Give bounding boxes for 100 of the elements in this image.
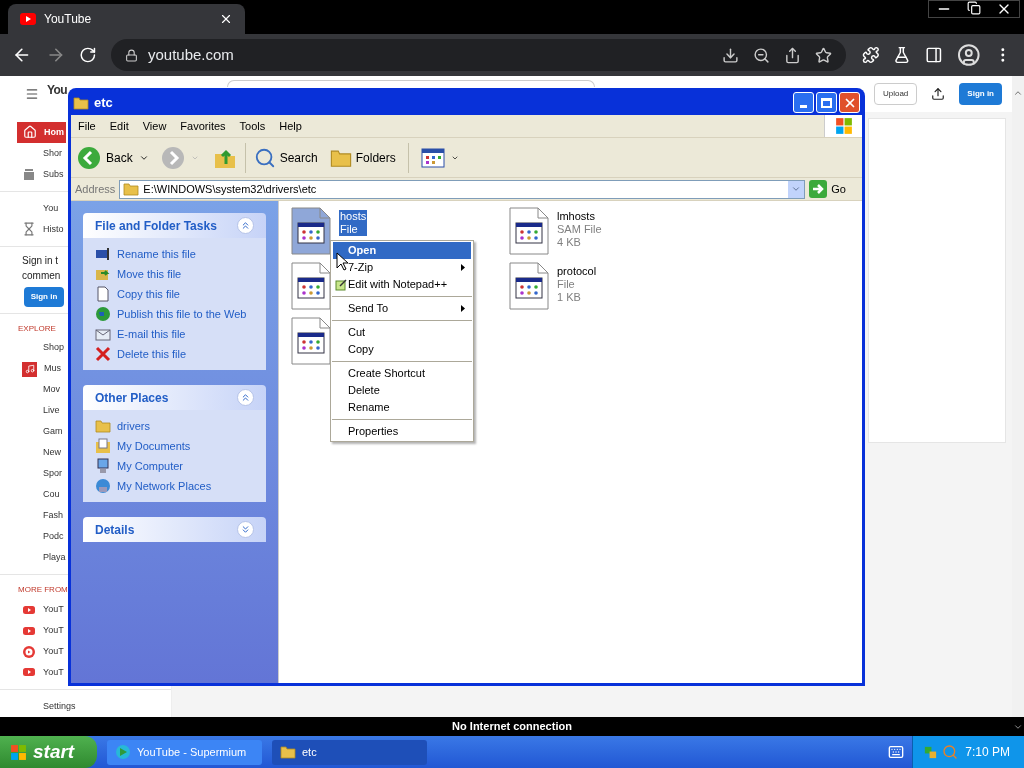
scroll-up-icon[interactable]: [1013, 88, 1023, 98]
menu-item[interactable]: Open: [333, 242, 471, 259]
taskbar-button[interactable]: YouTube - Supermium: [107, 739, 262, 765]
sidebar-item[interactable]: Playa: [22, 547, 66, 569]
file-name[interactable]: hosts: [339, 210, 368, 223]
sidebar-item[interactable]: New: [22, 442, 61, 464]
sidebar-item[interactable]: Podc: [22, 526, 64, 548]
notepad-icon: [335, 278, 347, 291]
chevrons-down-icon: [240, 524, 251, 535]
submenu-arrow-icon: [461, 264, 465, 271]
menu-item[interactable]: 7-Zip: [333, 259, 471, 276]
sidebar-item[interactable]: Mov: [22, 379, 60, 401]
back-button[interactable]: Back: [77, 145, 133, 170]
sidebar-item[interactable]: Spor: [22, 463, 62, 485]
side-panel-icon[interactable]: [925, 46, 943, 64]
close-icon[interactable]: [219, 12, 233, 26]
envelope-icon: [95, 326, 111, 342]
sidebar-item[interactable]: Shor: [22, 142, 62, 164]
menu-item[interactable]: View: [135, 117, 174, 135]
task-link[interactable]: Move this file: [117, 265, 182, 283]
menu-item[interactable]: Send To: [333, 300, 471, 317]
menu-item[interactable]: Favorites: [173, 117, 233, 135]
sidebar-item[interactable]: Subs: [22, 163, 64, 185]
folder-icon: [95, 418, 111, 434]
menu-item[interactable]: Cut: [333, 324, 471, 341]
delete-icon: [95, 346, 111, 362]
menu-item[interactable]: Delete: [333, 382, 471, 399]
file-name[interactable]: lmhosts: [557, 210, 602, 223]
views-icon[interactable]: [420, 147, 445, 168]
profile-icon[interactable]: [956, 43, 981, 67]
status-text: No Internet connection: [452, 719, 572, 735]
task-link[interactable]: Delete this file: [117, 345, 187, 363]
sign-in-button[interactable]: Sign in: [24, 286, 64, 307]
address-field[interactable]: E:\WINDOWS\system32\drivers\etc: [119, 179, 806, 199]
sidebar-item[interactable]: Shop: [22, 337, 65, 359]
menu-item[interactable]: Help: [272, 117, 309, 135]
address-bar[interactable]: youtube.com: [110, 39, 846, 71]
folder-icon: [280, 745, 296, 759]
sidebar-item[interactable]: Hom: [17, 122, 66, 143]
section-heading: EXPLORE: [18, 322, 56, 335]
browser-tab[interactable]: YouTube: [8, 4, 245, 34]
maximize-button[interactable]: [816, 92, 837, 113]
share-icon[interactable]: [783, 46, 801, 64]
search-button[interactable]: Search: [253, 146, 318, 169]
task-link[interactable]: drivers: [117, 417, 150, 435]
keyboard-icon[interactable]: [888, 744, 904, 760]
sidebar-item[interactable]: YouT: [22, 662, 64, 683]
file-type: File: [339, 223, 368, 236]
folders-button[interactable]: Folders: [329, 147, 396, 168]
panel-header[interactable]: Other Places: [83, 385, 266, 410]
menu-item[interactable]: Edit: [102, 117, 136, 135]
sidebar-item[interactable]: Live: [22, 400, 60, 422]
task-link[interactable]: My Documents: [117, 437, 191, 455]
menu-item[interactable]: Properties: [333, 423, 471, 440]
sidebar-item[interactable]: Fash: [22, 505, 63, 527]
task-link[interactable]: Rename this file: [117, 245, 196, 263]
sidebar-item[interactable]: Cou: [22, 484, 60, 506]
minimize-button[interactable]: [793, 92, 814, 113]
install-icon[interactable]: [721, 46, 739, 64]
close-button[interactable]: [839, 92, 860, 113]
sidebar-item[interactable]: Settings: [22, 695, 76, 717]
play-icon: [22, 644, 36, 659]
panel-header[interactable]: File and Folder Tasks: [83, 213, 266, 238]
menu-item[interactable]: Rename: [333, 399, 471, 416]
upload-icon[interactable]: [931, 87, 946, 101]
sidebar-item[interactable]: Gam: [22, 421, 63, 443]
sidebar-item[interactable]: Mus: [22, 358, 61, 380]
file-size: 4 KB: [557, 236, 582, 249]
task-link[interactable]: My Network Places: [117, 477, 212, 495]
upload-button[interactable]: Upload: [873, 83, 918, 105]
reload-icon[interactable]: [79, 46, 97, 64]
taskbar-button[interactable]: etc: [272, 739, 427, 765]
puzzle-icon[interactable]: [861, 46, 880, 64]
sidebar-item[interactable]: YouT: [22, 599, 64, 621]
sidebar-item[interactable]: YouT: [22, 620, 64, 642]
task-link[interactable]: My Computer: [117, 457, 184, 475]
folder-icon: [123, 182, 140, 196]
sign-in-button[interactable]: Sign in: [959, 83, 1002, 105]
zoom-icon[interactable]: [752, 46, 770, 64]
chevrons-up-icon: [240, 220, 251, 231]
menu-item[interactable]: File: [71, 117, 103, 135]
go-button[interactable]: Go: [809, 180, 858, 198]
menu-item[interactable]: Tools: [232, 117, 273, 135]
file-size: 1 KB: [557, 291, 582, 304]
clock: 7:10 PM: [965, 744, 1010, 761]
sidebar-item[interactable]: You: [22, 197, 59, 219]
play-icon: [20, 13, 36, 25]
task-link[interactable]: Copy this file: [117, 285, 180, 303]
file-name[interactable]: protocol: [557, 265, 597, 278]
sidebar-item[interactable]: Histo: [22, 218, 64, 240]
menu-item[interactable]: Copy: [333, 341, 471, 358]
menu-item[interactable]: Create Shortcut: [333, 365, 471, 382]
logo: You: [47, 82, 67, 99]
menu-item[interactable]: Edit with Notepad++: [333, 276, 471, 293]
panel-header[interactable]: Details: [83, 517, 266, 542]
sidebar-item[interactable]: YouT: [22, 641, 64, 662]
task-link[interactable]: Publish this file to the Web: [117, 305, 247, 323]
documents-folder-icon: [95, 438, 111, 454]
task-link[interactable]: E-mail this file: [117, 325, 186, 343]
star-icon[interactable]: [814, 46, 832, 64]
